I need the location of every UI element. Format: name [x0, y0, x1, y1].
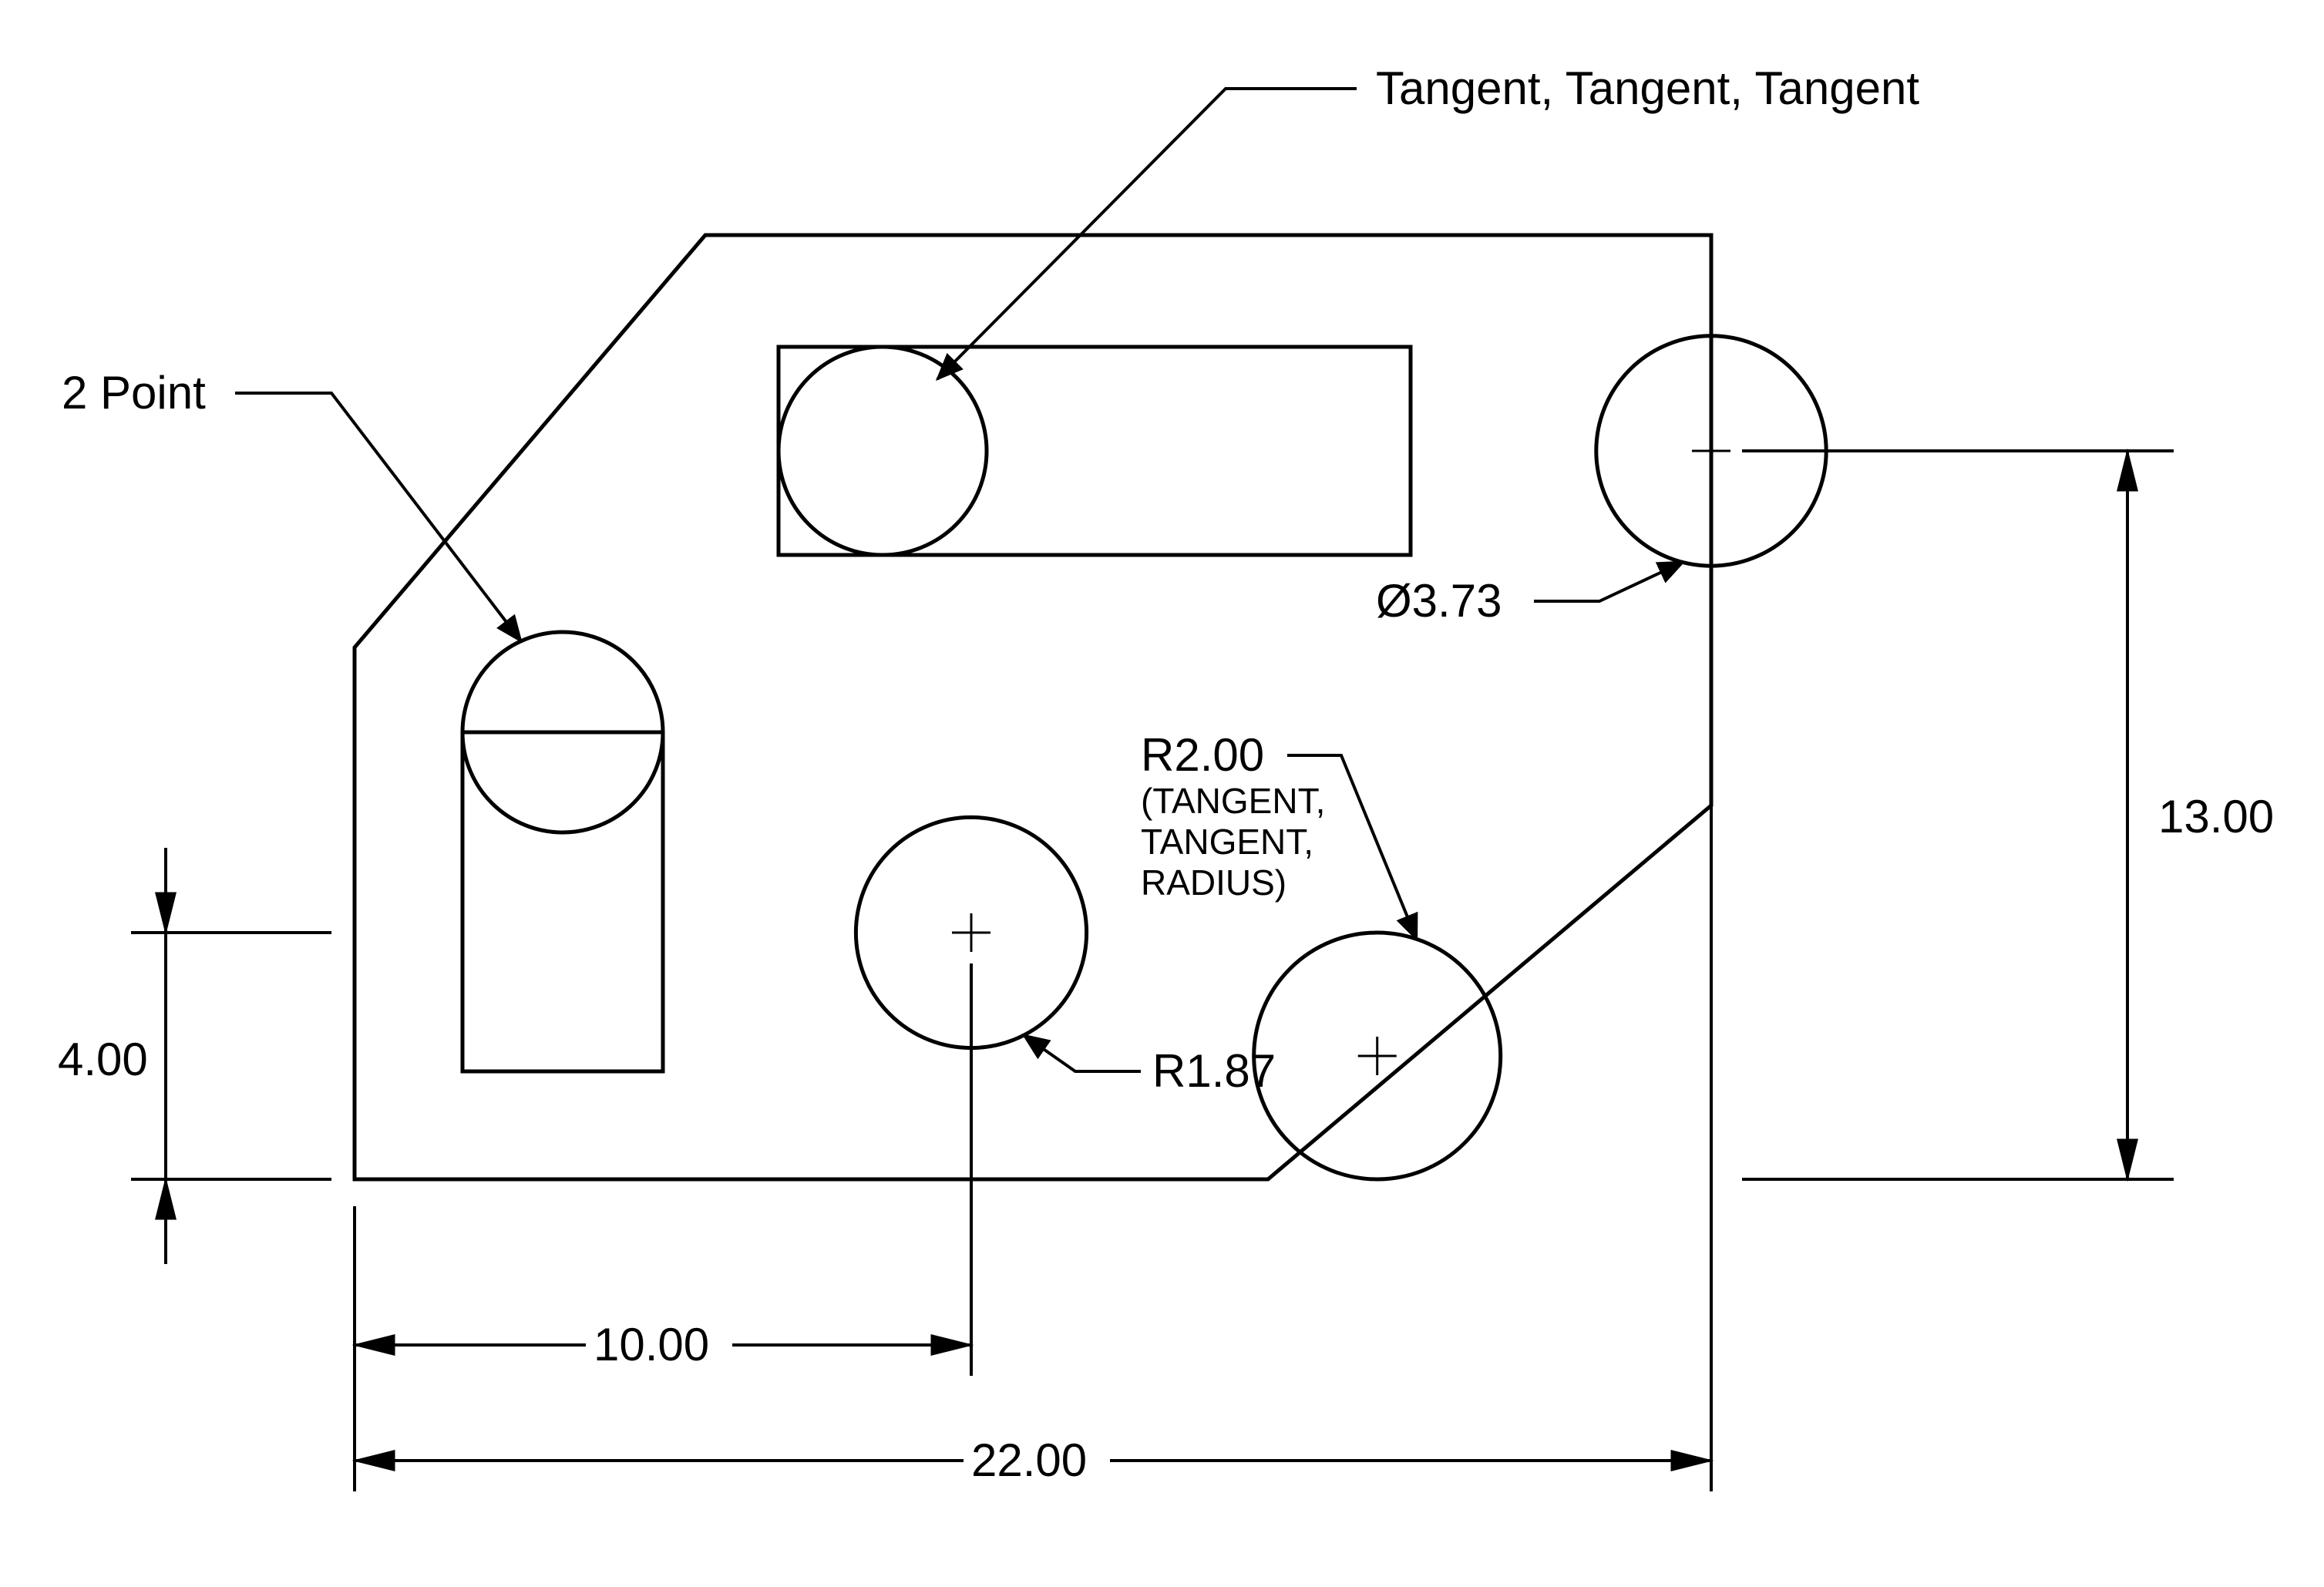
two-point-label: 2 Point [62, 367, 206, 419]
diameter-circle-crosshair [1692, 432, 1730, 470]
ttt-label: Tangent, Tangent, Tangent [1376, 62, 1919, 114]
ttr-sub1: (TANGENT, [1141, 781, 1325, 821]
two-point-leader [235, 393, 521, 641]
ttr-radius-label: R2.00 [1141, 729, 1264, 781]
part-outline [355, 235, 1711, 1179]
dimensions-group [131, 451, 2174, 1491]
center-radius-label: R1.87 [1152, 1045, 1276, 1097]
center-radius-leader [1024, 1035, 1141, 1071]
technical-drawing: Tangent, Tangent, Tangent 2 Point Ø3.73 … [0, 0, 2324, 1587]
dim-13-text: 13.00 [2158, 791, 2274, 842]
dim-4-text: 4.00 [58, 1034, 148, 1085]
ttt-circle [779, 347, 987, 555]
dim-22-text: 22.00 [971, 1434, 1087, 1486]
ttr-sub2: TANGENT, [1141, 822, 1313, 862]
ttr-circle-crosshair [1358, 1037, 1397, 1075]
ttr-sub3: RADIUS) [1141, 862, 1286, 903]
dim-10-text: 10.00 [594, 1319, 709, 1370]
diameter-leader [1534, 562, 1683, 601]
top-rectangle [779, 347, 1411, 555]
center-circle-crosshair [952, 913, 990, 952]
diameter-label: Ø3.73 [1376, 575, 1502, 627]
annotation-text-group: Tangent, Tangent, Tangent 2 Point Ø3.73 … [62, 62, 1919, 1097]
left-rectangle [462, 732, 663, 1071]
